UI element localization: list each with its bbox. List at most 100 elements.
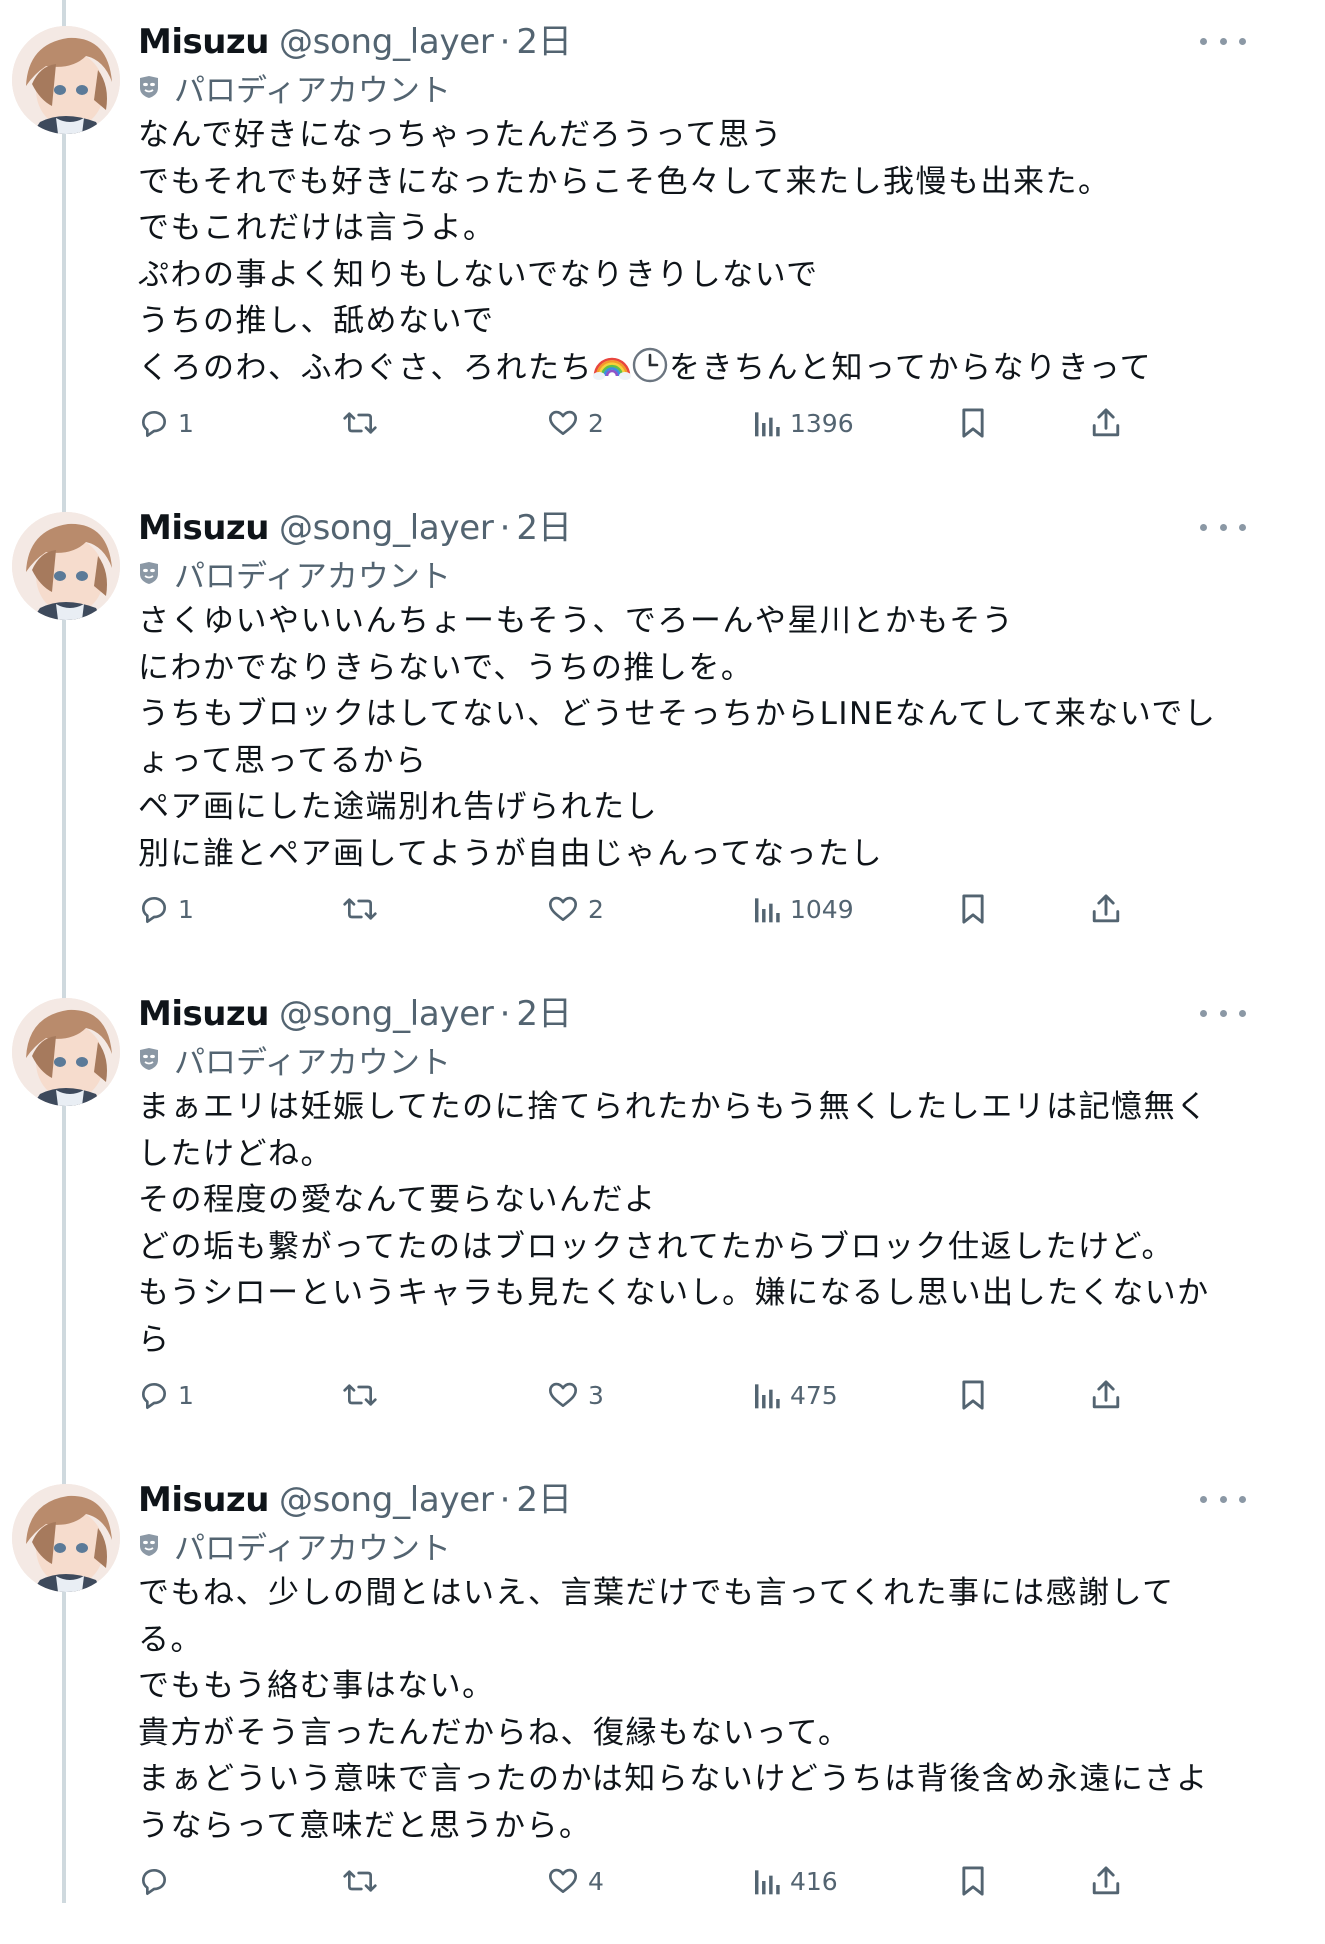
retweet-button[interactable] [342, 400, 386, 446]
separator-dot: · [499, 994, 511, 1034]
avatar[interactable] [12, 998, 120, 1106]
avatar[interactable] [12, 1484, 120, 1592]
tweet-header: Misuzu @song_layer · 2日 [138, 990, 572, 1038]
views-chart-icon [752, 1379, 782, 1411]
timestamp[interactable]: 2日 [516, 990, 572, 1038]
author-name[interactable]: Misuzu [138, 1476, 269, 1524]
more-dots-icon[interactable] [1200, 28, 1246, 54]
tweet[interactable]: Misuzu @song_layer · 2日 パロディアカウント さくゆいやい… [0, 486, 1325, 972]
reply-button[interactable]: 1 [138, 886, 194, 932]
rainbow-emoji-icon [593, 357, 631, 380]
timestamp[interactable]: 2日 [516, 18, 572, 66]
bookmark-button[interactable] [958, 1858, 988, 1904]
parody-account-label: パロディアカウント [138, 1036, 451, 1082]
view-count: 1049 [790, 894, 854, 924]
like-button[interactable]: 4 [546, 1858, 604, 1904]
tweet-text-body: まぁエリは妊娠してたのに捨てられたからもう無くしたしエリは記憶無く したけどね。… [138, 1089, 1210, 1358]
views-chart-icon [752, 893, 782, 925]
reply-button[interactable]: 1 [138, 400, 194, 446]
views-button[interactable]: 475 [752, 1372, 838, 1418]
share-icon [1090, 406, 1122, 440]
share-button[interactable] [1090, 400, 1122, 446]
label-text: パロディアカウント [174, 72, 451, 109]
share-icon [1090, 1378, 1122, 1412]
author-name[interactable]: Misuzu [138, 504, 269, 552]
reply-button[interactable]: 1 [138, 1372, 194, 1418]
reply-icon [138, 893, 170, 925]
retweet-button[interactable] [342, 1858, 386, 1904]
label-text: パロディアカウント [174, 1530, 451, 1567]
tweet[interactable]: Misuzu @song_layer · 2日 パロディアカウント まぁエリは妊… [0, 972, 1325, 1458]
reply-icon [138, 407, 170, 439]
heart-icon [546, 1379, 580, 1411]
heart-icon [546, 1865, 580, 1897]
retweet-icon [342, 1379, 378, 1411]
separator-dot: · [499, 22, 511, 62]
tweet-text: さくゆいやいいんちょーもそう、でろーんや星川とかもそう にわかでなりきらないで、… [138, 598, 1248, 877]
author-handle[interactable]: @song_layer [279, 1476, 494, 1524]
bookmark-button[interactable] [958, 886, 988, 932]
bookmark-button[interactable] [958, 400, 988, 446]
like-button[interactable]: 3 [546, 1372, 604, 1418]
timestamp[interactable]: 2日 [516, 504, 572, 552]
tweet[interactable]: Misuzu @song_layer · 2日 パロディアカウント でもね、少し… [0, 1458, 1325, 1944]
avatar[interactable] [12, 512, 120, 620]
parody-account-label: パロディアカウント [138, 64, 451, 110]
retweet-icon [342, 893, 378, 925]
tweet-header: Misuzu @song_layer · 2日 [138, 18, 572, 66]
bookmark-icon [958, 1864, 988, 1898]
reply-button[interactable] [138, 1858, 178, 1904]
like-button[interactable]: 2 [546, 886, 604, 932]
share-button[interactable] [1090, 1858, 1122, 1904]
author-handle[interactable]: @song_layer [279, 504, 494, 552]
view-count: 475 [790, 1380, 838, 1410]
tweet-header: Misuzu @song_layer · 2日 [138, 504, 572, 552]
retweet-button[interactable] [342, 886, 386, 932]
author-handle[interactable]: @song_layer [279, 18, 494, 66]
parody-account-label: パロディアカウント [138, 550, 451, 596]
bookmark-icon [958, 1378, 988, 1412]
tweet[interactable]: Misuzu @song_layer · 2日 パロディアカウント なんで好きに… [0, 0, 1325, 486]
timestamp[interactable]: 2日 [516, 1476, 572, 1524]
views-button[interactable]: 1049 [752, 886, 854, 932]
views-chart-icon [752, 1865, 782, 1897]
bookmark-icon [958, 892, 988, 926]
more-dots-icon[interactable] [1200, 1000, 1246, 1026]
emoji-group [593, 347, 669, 386]
tweet-actions: 1 2 1049 [0, 886, 1325, 932]
reply-icon [138, 1379, 170, 1411]
separator-dot: · [499, 1480, 511, 1520]
label-text: パロディアカウント [174, 558, 451, 595]
author-name[interactable]: Misuzu [138, 18, 269, 66]
like-count: 2 [588, 408, 604, 438]
tweet-actions: 4 416 [0, 1858, 1325, 1904]
avatar[interactable] [12, 26, 120, 134]
share-button[interactable] [1090, 886, 1122, 932]
tweet-actions: 1 3 475 [0, 1372, 1325, 1418]
tweet-text-body: さくゆいやいいんちょーもそう、でろーんや星川とかもそう にわかでなりきらないで、… [138, 603, 1217, 872]
reply-icon [138, 1865, 170, 1897]
like-count: 3 [588, 1380, 604, 1410]
author-name[interactable]: Misuzu [138, 990, 269, 1038]
share-button[interactable] [1090, 1372, 1122, 1418]
more-dots-icon[interactable] [1200, 1486, 1246, 1512]
more-dots-icon[interactable] [1200, 514, 1246, 540]
tweet-text: まぁエリは妊娠してたのに捨てられたからもう無くしたしエリは記憶無く したけどね。… [138, 1084, 1248, 1363]
like-count: 2 [588, 894, 604, 924]
views-button[interactable]: 1396 [752, 400, 854, 446]
author-handle[interactable]: @song_layer [279, 990, 494, 1038]
heart-icon [546, 407, 580, 439]
parody-account-label: パロディアカウント [138, 1522, 451, 1568]
tweet-text-tail: をきちんと知ってからなりきって [669, 349, 1153, 386]
tweet-text-body: でもね、少しの間とはいえ、言葉だけでも言ってくれた事には感謝して る。 でももう… [138, 1575, 1209, 1844]
separator-dot: · [499, 508, 511, 548]
views-button[interactable]: 416 [752, 1858, 838, 1904]
bookmark-button[interactable] [958, 1372, 988, 1418]
tweet-actions: 1 2 1396 [0, 400, 1325, 446]
retweet-icon [342, 407, 378, 439]
clock-emoji-icon [632, 347, 668, 382]
retweet-button[interactable] [342, 1372, 386, 1418]
reply-count: 1 [178, 408, 194, 438]
like-button[interactable]: 2 [546, 400, 604, 446]
retweet-icon [342, 1865, 378, 1897]
